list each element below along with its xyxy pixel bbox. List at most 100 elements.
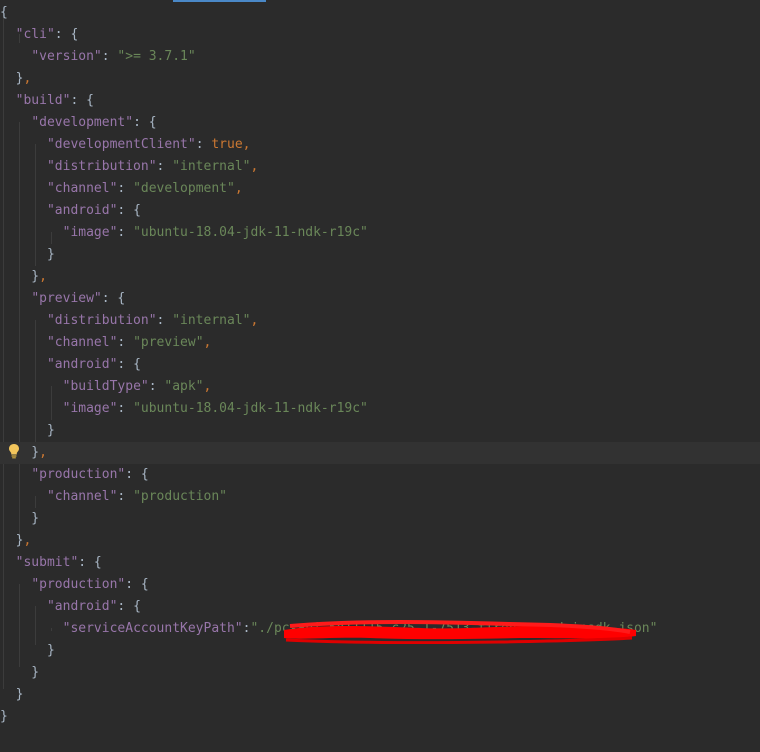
- code-token: }: [0, 71, 24, 86]
- code-line[interactable]: "production": {: [0, 574, 760, 596]
- code-token: }: [0, 687, 24, 702]
- code-line[interactable]: "distribution": "internal",: [0, 310, 760, 332]
- code-token: "submit": [15, 555, 79, 570]
- code-token: :: [117, 225, 134, 240]
- code-token: : {: [54, 27, 79, 42]
- code-token: ,: [39, 269, 47, 284]
- code-line[interactable]: "distribution": "internal",: [0, 156, 760, 178]
- code-line[interactable]: "developmentClient": true,: [0, 134, 760, 156]
- code-token: :: [195, 137, 212, 152]
- code-line[interactable]: "version": ">= 3.7.1": [0, 46, 760, 68]
- code-token: "developmentClient": [46, 137, 196, 152]
- code-token: : {: [117, 357, 141, 372]
- code-line[interactable]: "development": {: [0, 112, 760, 134]
- code-token: : {: [117, 599, 141, 614]
- code-token: ,: [203, 379, 212, 394]
- code-line[interactable]: },: [0, 530, 760, 552]
- code-line[interactable]: }: [0, 662, 760, 684]
- code-line[interactable]: "preview": {: [0, 288, 760, 310]
- code-token: "production": [31, 467, 126, 482]
- code-token: : {: [133, 115, 157, 130]
- code-token: ,: [23, 71, 32, 86]
- code-line[interactable]: "submit": {: [0, 552, 760, 574]
- code-token: ">= 3.7.1": [117, 49, 196, 64]
- code-line[interactable]: "serviceAccountKeyPath":"./pc-api-581111…: [0, 618, 760, 640]
- code-line[interactable]: }: [0, 640, 760, 662]
- code-token: "serviceAccountKeyPath": [62, 621, 243, 636]
- code-line[interactable]: "android": {: [0, 200, 760, 222]
- code-token: }: [0, 511, 40, 526]
- code-token: "image": [62, 401, 118, 416]
- code-token: }: [0, 423, 55, 438]
- code-token: : {: [117, 203, 141, 218]
- code-line[interactable]: "buildType": "apk",: [0, 376, 760, 398]
- code-token: ,: [242, 137, 251, 152]
- code-token: :: [117, 489, 134, 504]
- code-token: "distribution": [46, 313, 157, 328]
- code-token: ,: [250, 159, 259, 174]
- code-line[interactable]: "build": {: [0, 90, 760, 112]
- code-token: "preview": [133, 335, 204, 350]
- code-token: "channel": [46, 181, 118, 196]
- code-line[interactable]: }: [0, 508, 760, 530]
- code-token: ,: [203, 335, 212, 350]
- code-line[interactable]: "channel": "production": [0, 486, 760, 508]
- code-token: "apk": [164, 379, 204, 394]
- code-token: : {: [78, 555, 102, 570]
- code-line[interactable]: }: [0, 684, 760, 706]
- code-line[interactable]: }: [0, 420, 760, 442]
- code-token: :: [148, 379, 165, 394]
- code-token: "version": [31, 49, 102, 64]
- code-token: }: [0, 533, 24, 548]
- code-editor[interactable]: { "cli": { "version": ">= 3.7.1" }, "bui…: [0, 0, 760, 752]
- code-token: ,: [250, 313, 259, 328]
- code-line[interactable]: "android": {: [0, 354, 760, 376]
- code-token: "production": [133, 489, 227, 504]
- code-token: }: [0, 269, 40, 284]
- code-line[interactable]: {: [0, 2, 760, 24]
- code-line[interactable]: "image": "ubuntu-18.04-jdk-11-ndk-r19c": [0, 398, 760, 420]
- code-line[interactable]: }: [0, 244, 760, 266]
- code-token: }: [0, 643, 55, 658]
- code-token: ,: [23, 533, 32, 548]
- code-token: "buildType": [62, 379, 149, 394]
- code-token: "ubuntu-18.04-jdk-11-ndk-r19c": [133, 225, 368, 240]
- code-line[interactable]: },: [0, 266, 760, 288]
- code-token: "./pc-api-5811115-c25-1-7513-firebase-ad…: [250, 621, 658, 636]
- code-token: :: [117, 335, 134, 350]
- code-token: "android": [46, 599, 118, 614]
- code-line[interactable]: "android": {: [0, 596, 760, 618]
- lightbulb-icon[interactable]: [8, 443, 20, 459]
- code-token: :: [101, 49, 118, 64]
- code-line[interactable]: "channel": "development",: [0, 178, 760, 200]
- code-line[interactable]: "channel": "preview",: [0, 332, 760, 354]
- code-token: "build": [15, 93, 71, 108]
- code-line[interactable]: }: [0, 706, 760, 728]
- code-token: "image": [62, 225, 118, 240]
- code-token: }: [0, 709, 8, 724]
- code-line[interactable]: "production": {: [0, 464, 760, 486]
- code-token: "android": [46, 203, 118, 218]
- code-line[interactable]: },: [0, 68, 760, 90]
- code-token: "internal": [172, 313, 251, 328]
- code-token: }: [0, 247, 55, 262]
- code-line[interactable]: },: [0, 442, 760, 464]
- code-token: "preview": [31, 291, 102, 306]
- code-line[interactable]: "cli": {: [0, 24, 760, 46]
- code-token: : {: [125, 467, 149, 482]
- code-line[interactable]: "image": "ubuntu-18.04-jdk-11-ndk-r19c": [0, 222, 760, 244]
